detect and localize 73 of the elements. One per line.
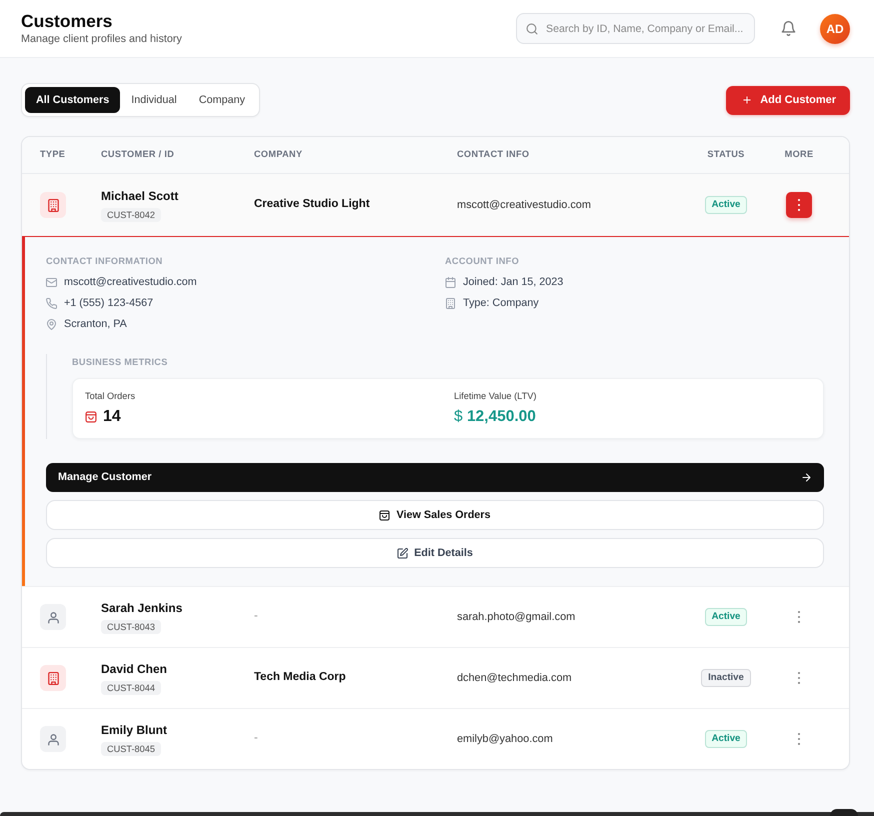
status-tag: Inactive — [701, 669, 751, 687]
more-vertical-icon — [797, 733, 801, 745]
more-button[interactable] — [797, 733, 801, 745]
action-button[interactable]: Edit Details — [46, 538, 824, 568]
status-tag: Active — [704, 608, 748, 626]
contact-detail-text: +1 (555) 123-4567 — [64, 296, 154, 311]
mail-icon — [46, 277, 57, 288]
section-title: ACCOUNT INFO — [445, 255, 520, 267]
floating-button[interactable] — [830, 809, 858, 816]
edit-icon — [397, 548, 408, 558]
page-subtitle: Manage client profiles and history — [21, 32, 182, 46]
status-tag: Active — [704, 730, 748, 748]
section-title: BUSINESS METRICS — [72, 356, 169, 368]
more-button[interactable] — [786, 192, 812, 218]
contact-detail-text: mscott@creativestudio.com — [64, 275, 197, 290]
account-detail-text: Type: Company — [463, 296, 539, 311]
column-header: CONTACT INFO — [457, 148, 530, 162]
shopping-bag-icon — [85, 411, 97, 423]
building-icon — [445, 298, 456, 309]
shopping-bag-icon — [379, 510, 390, 520]
calendar-icon — [445, 277, 456, 288]
status-tag: Active — [704, 196, 748, 214]
more-button[interactable] — [797, 611, 801, 623]
customer-name: Sarah Jenkins — [101, 600, 182, 616]
column-header: STATUS — [707, 148, 745, 162]
customer-email: sarah.photo@gmail.com — [457, 610, 576, 625]
user-icon — [40, 726, 66, 752]
company-name: Tech Media Corp — [254, 670, 346, 686]
more-vertical-icon — [797, 199, 801, 211]
plus-icon — [742, 95, 752, 105]
action-button[interactable]: View Sales Orders — [46, 500, 824, 530]
metric-label: Total Orders — [85, 390, 136, 402]
column-header: CUSTOMER / ID — [101, 148, 174, 162]
company-name: - — [254, 609, 258, 624]
map-pin-icon — [46, 319, 57, 330]
customer-id-tag: CUST-8045 — [101, 742, 162, 756]
filter-tab[interactable]: All Customers — [25, 87, 120, 113]
metric-value: $ 12,450.00 — [454, 407, 536, 427]
customer-email: mscott@creativestudio.com — [457, 198, 591, 213]
building-icon — [40, 665, 66, 691]
search-icon — [526, 23, 538, 35]
customer-name: David Chen — [101, 662, 168, 676]
customer-id-tag: CUST-8043 — [101, 620, 162, 634]
more-vertical-icon — [797, 611, 801, 623]
column-header: TYPE — [40, 148, 66, 162]
customer-name: Emily Blunt — [101, 722, 168, 738]
user-icon — [40, 604, 66, 630]
customer-email: emilyb@yahoo.com — [457, 732, 553, 747]
column-header: MORE — [784, 148, 814, 162]
metric-label: Lifetime Value (LTV) — [454, 390, 538, 402]
section-title: CONTACT INFORMATION — [46, 255, 164, 267]
add-customer-button[interactable]: Add Customer — [726, 86, 850, 114]
phone-icon — [46, 298, 57, 309]
company-name: - — [254, 731, 258, 746]
account-detail-text: Joined: Jan 15, 2023 — [463, 275, 564, 290]
bell-icon[interactable] — [781, 21, 796, 36]
page-title: Customers — [21, 10, 114, 32]
customer-id-tag: CUST-8044 — [101, 680, 162, 694]
filter-tab[interactable]: Individual — [120, 87, 188, 113]
arrow-right-icon — [801, 472, 812, 483]
search-field[interactable]: Search by ID, Name, Company or Email... — [516, 13, 755, 44]
metric-value: 14 — [103, 407, 121, 427]
filter-tab[interactable]: Company — [188, 87, 256, 113]
action-button[interactable]: Manage Customer — [46, 463, 824, 492]
more-vertical-icon — [797, 672, 801, 684]
more-button[interactable] — [797, 672, 801, 684]
customer-name: Michael Scott — [101, 188, 178, 204]
contact-detail-text: Scranton, PA — [64, 317, 127, 332]
column-header: COMPANY — [254, 148, 302, 162]
building-icon — [40, 192, 66, 218]
company-name: Creative Studio Light — [254, 197, 370, 212]
customer-id-tag: CUST-8042 — [101, 208, 162, 222]
customer-email: dchen@techmedia.com — [457, 670, 572, 686]
